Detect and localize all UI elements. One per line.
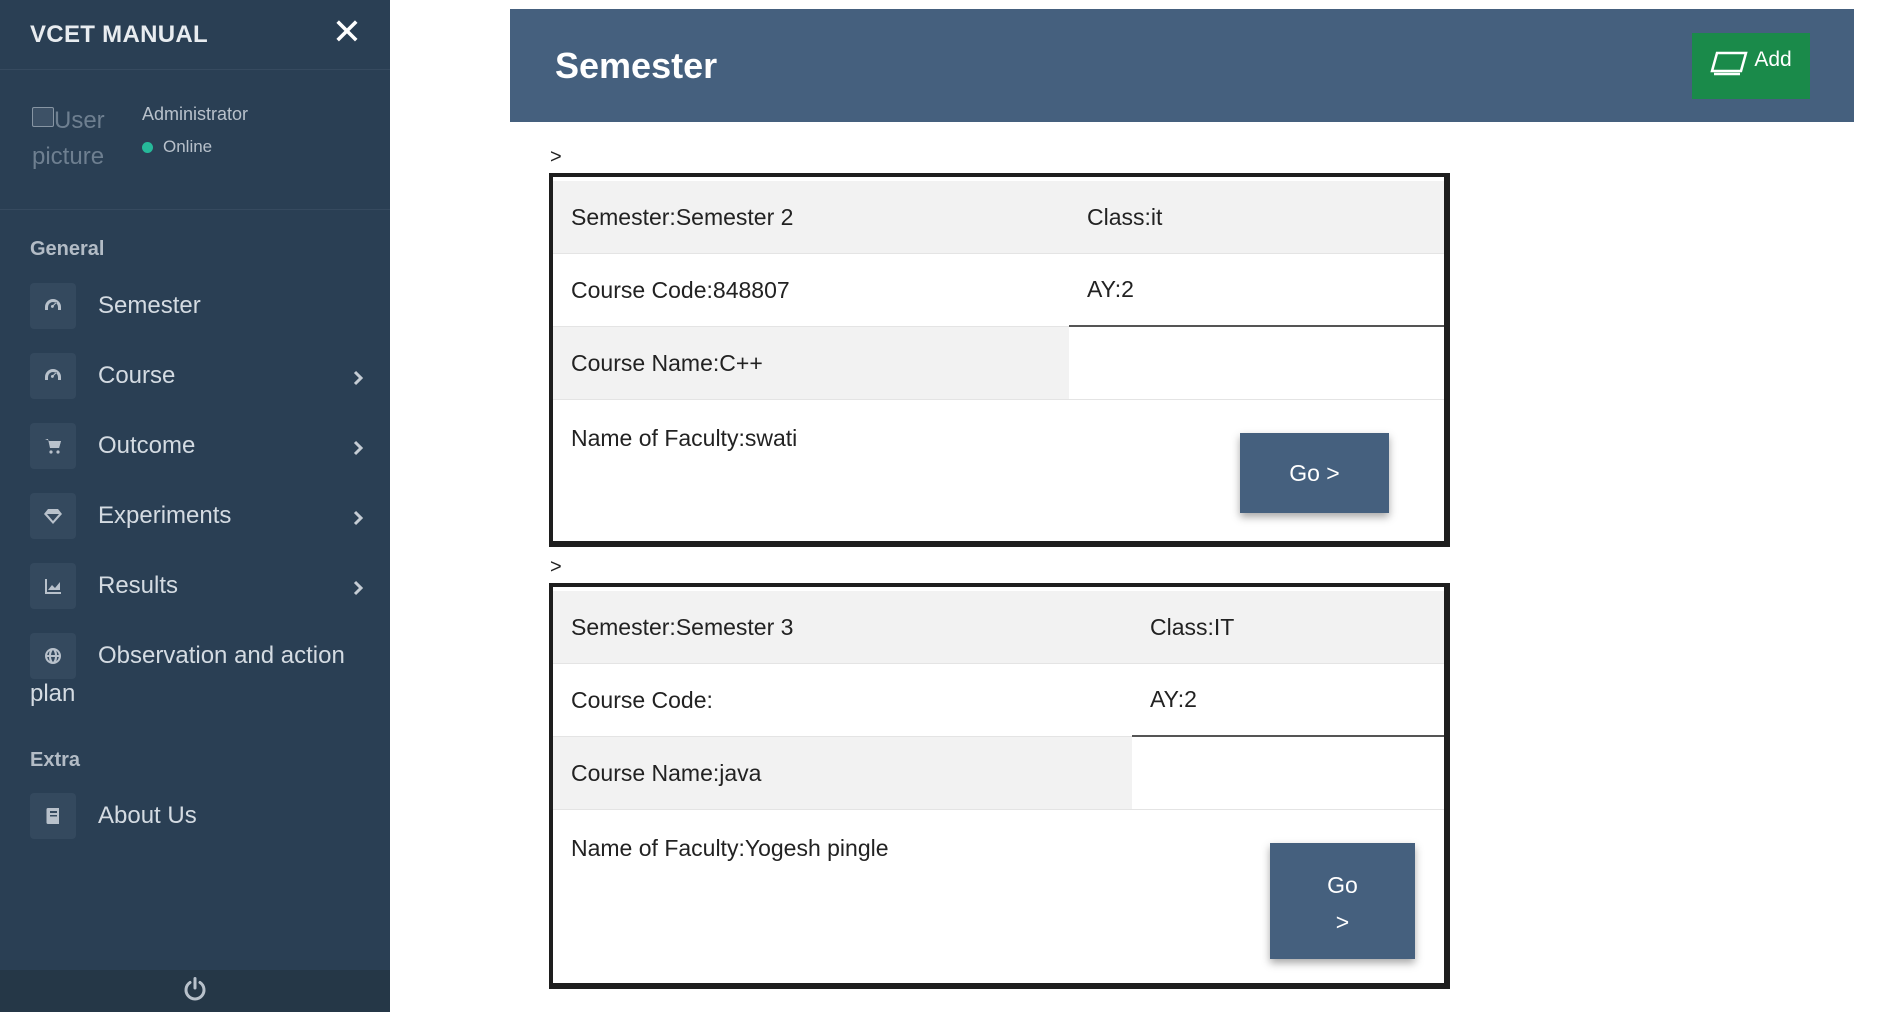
card-ay: AY:2: [1132, 664, 1444, 737]
broken-image-icon: [32, 107, 54, 127]
card-class: Class:it: [1069, 181, 1444, 254]
card-row-semester: Semester:Semester 3 Class:IT: [553, 591, 1444, 664]
avatar-alt-line1: User: [54, 107, 105, 134]
card-faculty: Name of Faculty:Yogesh pingle: [571, 834, 889, 861]
card-marker: >: [550, 146, 562, 168]
avatar-alt-line2: picture: [32, 143, 105, 170]
go-button[interactable]: Go >: [1240, 433, 1389, 513]
diamond-icon: [30, 493, 76, 539]
card-row-course-name: Course Name:java: [553, 737, 1444, 810]
brand-bar: VCET MANUAL ✕: [0, 0, 390, 70]
card-course-code: Course Code:: [553, 664, 1132, 737]
card-row-course-code: Course Code: AY:2: [553, 664, 1444, 737]
card-empty-cell: [1069, 327, 1444, 400]
profile-role: Administrator: [142, 104, 249, 124]
sidebar-item-about-us[interactable]: About Us: [30, 793, 370, 839]
card-row-semester: Semester:Semester 2 Class:it: [553, 181, 1444, 254]
page-header: Semester Add: [510, 9, 1854, 122]
semester-card: Semester:Semester 3 Class:IT Course Code…: [549, 583, 1450, 989]
go-button-label: Go: [1327, 872, 1358, 898]
power-icon[interactable]: [182, 976, 208, 1007]
sidebar-item-label: Semester: [98, 292, 201, 319]
sidebar-item-label: Results: [98, 572, 179, 599]
shopping-cart-icon: [30, 423, 76, 469]
section-title-general: General: [30, 238, 105, 260]
sidebar-item-label-continued: plan: [30, 680, 76, 707]
go-button-arrow: >: [1335, 909, 1350, 935]
card-course-code: Course Code:848807: [553, 254, 1069, 327]
add-button-label: Add: [1754, 48, 1792, 71]
section-title-extra: Extra: [30, 749, 81, 771]
online-status-dot: [142, 141, 153, 153]
semester-card: Semester:Semester 2 Class:it Course Code…: [549, 173, 1450, 547]
card-course-name: Course Name:java: [553, 737, 1132, 810]
card-semester: Semester:Semester 3: [553, 591, 1132, 664]
card-row-course-code: Course Code:848807 AY:2: [553, 254, 1444, 327]
card-marker: >: [550, 556, 562, 578]
chevron-right-icon: [352, 510, 364, 526]
sidebar-item-label: Experiments: [98, 502, 232, 529]
book-icon: [30, 793, 76, 839]
card-faculty: Name of Faculty:swati: [571, 424, 798, 451]
chevron-right-icon: [352, 370, 364, 386]
sidebar-item-semester[interactable]: Semester: [30, 283, 370, 329]
brand-title: VCET MANUAL: [30, 20, 208, 48]
card-row-course-name: Course Name:C++: [553, 327, 1444, 400]
sidebar-item-course[interactable]: Course: [30, 353, 370, 399]
chevron-right-icon: [352, 580, 364, 596]
add-button[interactable]: Add: [1692, 33, 1810, 99]
dashboard-icon: [30, 283, 76, 329]
page-title: Semester: [555, 45, 718, 86]
sidebar-item-outcome[interactable]: Outcome: [30, 423, 370, 469]
sidebar: VCET MANUAL ✕ User picture Administrator…: [0, 0, 390, 1012]
card-semester: Semester:Semester 2: [553, 181, 1069, 254]
go-button[interactable]: Go >: [1270, 843, 1415, 959]
card-class: Class:IT: [1132, 591, 1444, 664]
area-chart-icon: [30, 563, 76, 609]
tablet-icon: [1710, 50, 1748, 82]
sidebar-item-label: Course: [98, 362, 176, 389]
sidebar-item-label: Observation and action: [98, 642, 345, 669]
chevron-right-icon: [352, 440, 364, 456]
profile-status-text: Online: [163, 137, 213, 156]
avatar: User picture: [32, 103, 112, 179]
card-course-name: Course Name:C++: [553, 327, 1069, 400]
sidebar-item-experiments[interactable]: Experiments: [30, 493, 370, 539]
profile-status: Online: [142, 137, 212, 157]
dashboard-icon: [30, 353, 76, 399]
sidebar-item-label: Outcome: [98, 432, 196, 459]
close-icon[interactable]: ✕: [332, 14, 362, 50]
sidebar-item-label: About Us: [98, 802, 197, 829]
sidebar-item-results[interactable]: Results: [30, 563, 370, 609]
sidebar-footer: [0, 970, 390, 1012]
card-empty-cell: [1132, 737, 1444, 810]
card-ay: AY:2: [1069, 254, 1444, 327]
